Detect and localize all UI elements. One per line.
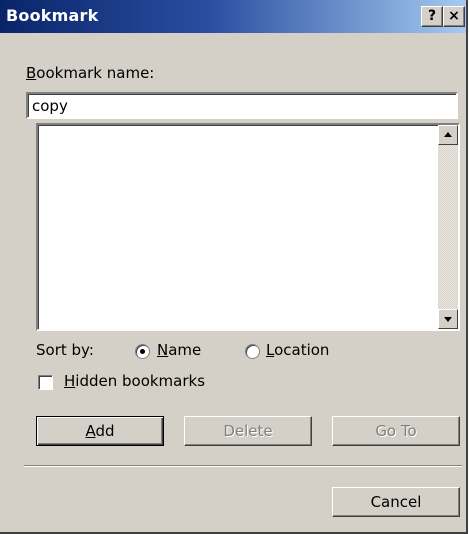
scroll-down-button[interactable] bbox=[438, 309, 458, 329]
hidden-bookmarks-checkbox[interactable] bbox=[38, 375, 53, 390]
cancel-button[interactable]: Cancel bbox=[332, 487, 460, 517]
window-title: Bookmark bbox=[6, 6, 99, 25]
sort-name-radio[interactable] bbox=[135, 344, 150, 359]
arrow-up-icon bbox=[444, 132, 452, 137]
separator bbox=[24, 465, 462, 467]
help-button[interactable]: ? bbox=[421, 6, 443, 27]
sort-location-radio[interactable] bbox=[245, 344, 260, 359]
close-button[interactable]: × bbox=[443, 6, 465, 27]
bookmark-name-label: Bookmark name: bbox=[26, 64, 155, 82]
scroll-up-button[interactable] bbox=[438, 125, 458, 145]
arrow-down-icon bbox=[444, 317, 452, 322]
bookmark-dialog: Bookmark ? × Bookmark name: copy Sort by… bbox=[0, 0, 468, 534]
go-to-button[interactable]: Go To bbox=[332, 416, 460, 446]
close-icon: × bbox=[448, 8, 460, 24]
hidden-bookmarks-label[interactable]: Hidden bookmarks bbox=[64, 372, 205, 390]
sort-location-label[interactable]: Location bbox=[266, 341, 329, 359]
title-bar[interactable]: Bookmark ? × bbox=[0, 0, 466, 33]
delete-button[interactable]: Delete bbox=[184, 416, 312, 446]
add-button[interactable]: Add bbox=[36, 416, 164, 446]
sort-by-label: Sort by: bbox=[36, 341, 94, 359]
bookmark-list[interactable] bbox=[36, 123, 460, 331]
vertical-scrollbar[interactable] bbox=[438, 125, 458, 329]
bookmark-name-input[interactable]: copy bbox=[26, 92, 458, 119]
sort-name-label[interactable]: Name bbox=[157, 341, 201, 359]
radio-selected-dot bbox=[140, 349, 145, 354]
